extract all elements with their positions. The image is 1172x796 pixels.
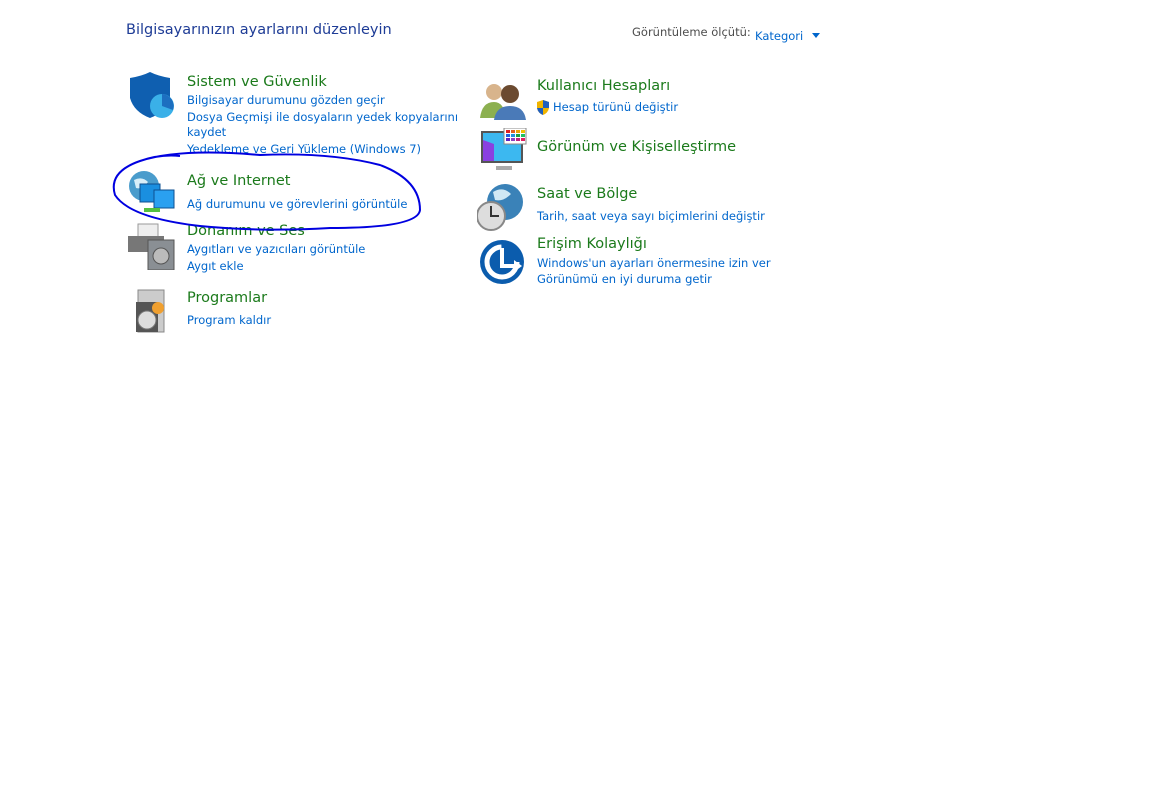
clock-globe-icon (477, 184, 523, 231)
category-title-programs[interactable]: Programlar (187, 289, 267, 307)
category-title-network-internet[interactable]: Ağ ve Internet (187, 172, 290, 190)
category-title-hardware-sound[interactable]: Donanım ve Ses (187, 222, 305, 240)
printer-speaker-icon (128, 223, 175, 270)
view-by-value: Kategori (755, 29, 804, 43)
link-backup-restore[interactable]: Yedekleme ve Geri Yükleme (Windows 7) (187, 141, 421, 157)
link-devices-printers[interactable]: Aygıtları ve yazıcıları görüntüle (187, 241, 365, 257)
category-title-ease-of-access[interactable]: Erişim Kolaylığı (537, 235, 647, 253)
link-date-time-formats[interactable]: Tarih, saat veya sayı biçimlerini değişt… (537, 208, 765, 224)
users-icon (480, 84, 526, 120)
shield-icon (130, 72, 174, 118)
uac-shield-icon (537, 100, 549, 115)
link-review-status[interactable]: Bilgisayar durumunu gözden geçir (187, 92, 385, 108)
monitor-palette-icon (481, 128, 527, 170)
network-icon (129, 171, 175, 212)
accessibility-icon (480, 240, 524, 284)
link-uninstall-program[interactable]: Program kaldır (187, 312, 271, 328)
link-let-windows-suggest[interactable]: Windows'un ayarları önermesine izin ver (537, 255, 771, 271)
category-title-appearance[interactable]: Görünüm ve Kişiselleştirme (537, 138, 736, 156)
chevron-down-icon (812, 33, 821, 38)
view-by-dropdown[interactable]: Kategori (755, 25, 821, 44)
link-change-account-type[interactable]: Hesap türünü değiştir (553, 99, 678, 115)
link-add-device[interactable]: Aygıt ekle (187, 258, 244, 274)
category-title-clock-region[interactable]: Saat ve Bölge (537, 185, 637, 203)
page-title: Bilgisayarınızın ayarlarını düzenleyin (126, 22, 392, 38)
link-optimize-display[interactable]: Görünümü en iyi duruma getir (537, 271, 712, 287)
link-file-history[interactable]: Dosya Geçmişi ile dosyaların yedek kopya… (187, 109, 458, 125)
link-file-history-cont[interactable]: kaydet (187, 124, 226, 140)
link-network-status[interactable]: Ağ durumunu ve görevlerini görüntüle (187, 196, 407, 212)
programs-icon (136, 289, 165, 333)
category-title-system-security[interactable]: Sistem ve Güvenlik (187, 73, 327, 91)
view-by-label: Görüntüleme ölçütü: (632, 25, 751, 39)
category-title-user-accounts[interactable]: Kullanıcı Hesapları (537, 77, 670, 95)
